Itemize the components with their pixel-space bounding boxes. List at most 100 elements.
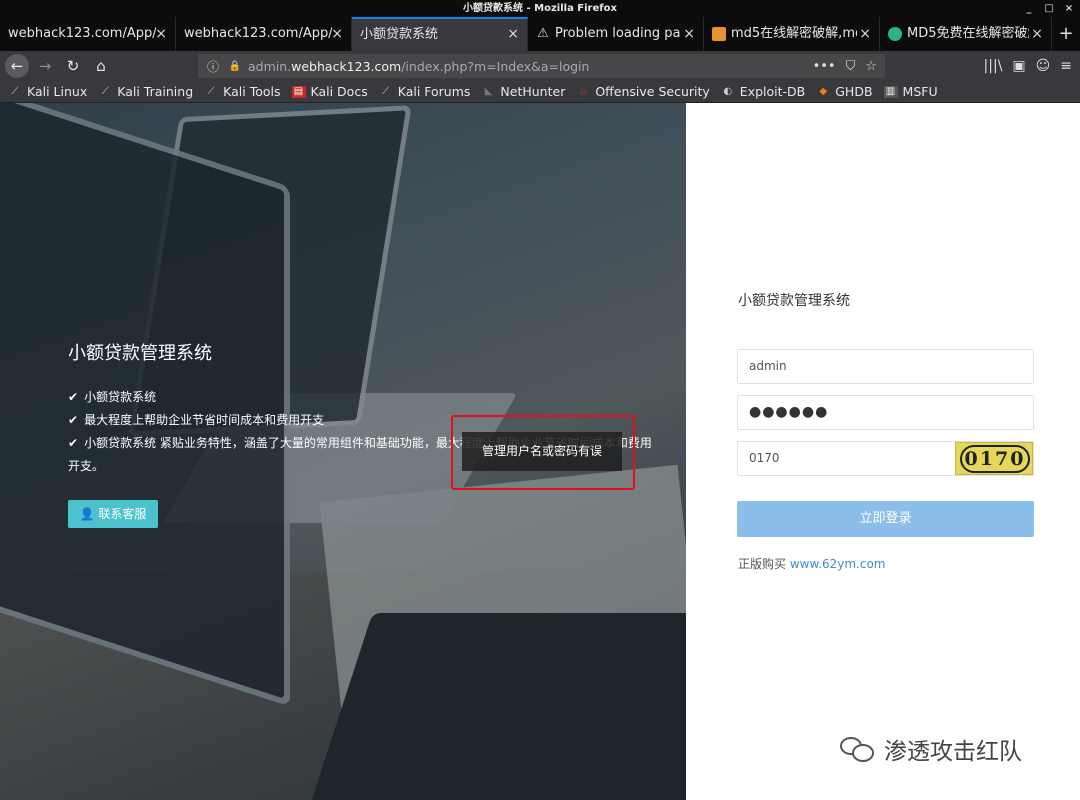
bookmark-offensive-security[interactable]: ♨ Offensive Security [576,84,710,99]
toolbar-right: |||\ ▣ ☺ ≡ [984,51,1080,81]
window-title: 小额贷款系统 - Mozilla Firefox [463,3,617,14]
menu-icon[interactable]: ≡ [1060,58,1072,74]
tab-close-icon[interactable]: × [1031,17,1043,51]
tab-webhack-1[interactable]: webhack123.com/App/Ru × [0,17,176,51]
tab-close-icon[interactable]: × [859,17,871,51]
watermark-text: 渗透攻击红队 [884,739,1022,765]
tab-strip: webhack123.com/App/Ru × webhack123.com/A… [0,17,1080,51]
back-button[interactable]: ← [5,54,29,78]
bookmark-kali-linux[interactable]: ⟋ Kali Linux [8,84,88,99]
insecure-lock-icon[interactable]: 🔒 [228,61,242,72]
hero-feature-item: ✔ 小额贷款系统 [68,390,157,404]
bookmark-label: NetHunter [500,84,566,99]
tab-title: Problem loading page [555,26,681,41]
library-icon[interactable]: |||\ [984,58,1003,74]
url-prefix: admin. [248,58,292,74]
navigation-bar: ← → ↻ ⌂ ⓘ 🔒 admin.webhack123.com/index.p… [0,51,1080,81]
bookmark-label: Exploit-DB [739,84,806,99]
url-actions: ••• ⛉ ☆ [813,54,877,78]
tab-title: webhack123.com/App/Ru [8,26,156,41]
offsec-icon: ♨ [578,85,588,97]
md5-favicon-icon [712,26,726,41]
forward-button[interactable]: → [33,54,57,78]
bookmark-label: MSFU [902,84,938,99]
bookmark-label: GHDB [835,84,873,99]
kali-dragon-icon: ⟋ [11,85,19,97]
nethunter-icon: ◣ [484,85,493,97]
bookmark-star-icon[interactable]: ☆ [865,59,877,74]
bookmark-exploit-db[interactable]: ◐ Exploit-DB [721,84,805,99]
page-content: 小额贷款管理系统 ✔ 小额贷款系统 ✔ 最大程度上帮助企业节省时间成本和费用开支 ✔… [0,103,1080,800]
captcha-image[interactable]: 0170 [955,442,1033,475]
tab-md5-2[interactable]: MD5免费在线解密破解 × [880,17,1052,51]
reload-button[interactable]: ↻ [61,54,85,78]
bookmark-kali-tools[interactable]: ⟋ Kali Tools [204,84,281,99]
tab-close-icon[interactable]: × [331,17,343,51]
info-icon[interactable]: ⓘ [206,58,220,75]
password-input[interactable]: ●●●●●● [737,395,1034,430]
login-title: 小额贷款管理系统 [738,293,850,309]
captcha-image-text: 0170 [960,445,1030,473]
minimize-button[interactable]: _ [1024,0,1034,17]
tab-md5-1[interactable]: md5在线解密破解,md × [704,17,880,51]
kali-dragon-icon: ⟋ [101,85,109,97]
url-bar[interactable]: ⓘ 🔒 admin.webhack123.com/index.php?m=Ind… [198,54,885,78]
check-icon: ✔ [68,413,79,427]
contact-support-button[interactable]: 👤 联系客服 [68,500,158,528]
new-tab-button[interactable]: + [1052,17,1080,51]
window-controls: _ □ × [1024,0,1074,17]
tab-webhack-2[interactable]: webhack123.com/App/Ru × [176,17,352,51]
bookmark-label: Kali Tools [223,84,281,99]
kali-dragon-icon: ⟋ [382,85,390,97]
hero-title: 小额贷款管理系统 [68,343,212,364]
home-button[interactable]: ⌂ [89,54,113,78]
tab-close-icon[interactable]: × [507,19,519,50]
check-icon: ✔ [68,436,79,450]
url-host: webhack123.com [291,58,402,74]
purchase-info: 正版购买 www.62ym.com [738,557,886,571]
bookmark-kali-training[interactable]: ⟋ Kali Training [98,84,193,99]
tab-title: 小额贷款系统 [360,27,439,42]
sidebar-icon[interactable]: ▣ [1012,58,1025,74]
bookmark-ghdb[interactable]: ◆ GHDB [816,84,872,99]
purchase-link[interactable]: www.62ym.com [790,557,886,571]
bookmark-kali-forums[interactable]: ⟋ Kali Forums [379,84,471,99]
wechat-watermark: 渗透攻击红队 [840,732,1022,766]
highlight-annotation-box [451,415,635,490]
username-input[interactable]: admin [737,349,1034,384]
tab-close-icon[interactable]: × [683,17,695,51]
user-icon: 👤 [79,507,95,521]
kali-dragon-icon: ⟋ [207,85,215,97]
page-actions-icon[interactable]: ••• [813,59,836,74]
bookmarks-bar: ⟋ Kali Linux ⟋ Kali Training ⟋ Kali Tools ▤… [0,81,1080,103]
bookmark-label: Kali Linux [27,84,88,99]
account-icon[interactable]: ☺ [1036,58,1051,74]
tab-loan-system[interactable]: 小额贷款系统 × [352,17,528,51]
exploitdb-icon: ◐ [723,85,733,97]
bookmark-label: Kali Forums [397,84,471,99]
url-path: /index.php?m=Index&a=login [401,58,590,74]
tab-title: MD5免费在线解密破解 [907,26,1029,41]
tab-title: md5在线解密破解,md [731,26,857,41]
md5-green-favicon-icon [888,26,902,41]
tab-problem-loading[interactable]: ⚠ Problem loading page × [528,17,704,51]
tab-close-icon[interactable]: × [155,17,167,51]
maximize-button[interactable]: □ [1044,0,1054,17]
bookmark-msfu[interactable]: ▥ MSFU [883,84,938,99]
bookmark-label: Kali Training [117,84,194,99]
tab-title: webhack123.com/App/Ru [184,26,332,41]
bookmark-kali-docs[interactable]: ▤ Kali Docs [291,84,368,99]
bookmark-nethunter[interactable]: ◣ NetHunter [481,84,566,99]
red-book-icon: ▤ [291,85,306,98]
warning-icon: ⚠ [537,25,549,41]
window-titlebar: 小额贷款系统 - Mozilla Firefox _ □ × [0,0,1080,17]
check-icon: ✔ [68,390,79,404]
login-submit-button[interactable]: 立即登录 [737,501,1034,537]
wechat-icon [840,735,876,763]
close-window-button[interactable]: × [1064,0,1074,17]
pocket-icon[interactable]: ⛉ [846,59,856,74]
url-text[interactable]: admin.webhack123.com/index.php?m=Index&a… [248,59,589,74]
login-panel: 小额贷款管理系统 admin ●●●●●● 0170 0170 立即登录 正版购… [686,103,1080,800]
bookmark-label: Offensive Security [595,84,710,99]
msfu-icon: ▥ [883,85,898,98]
